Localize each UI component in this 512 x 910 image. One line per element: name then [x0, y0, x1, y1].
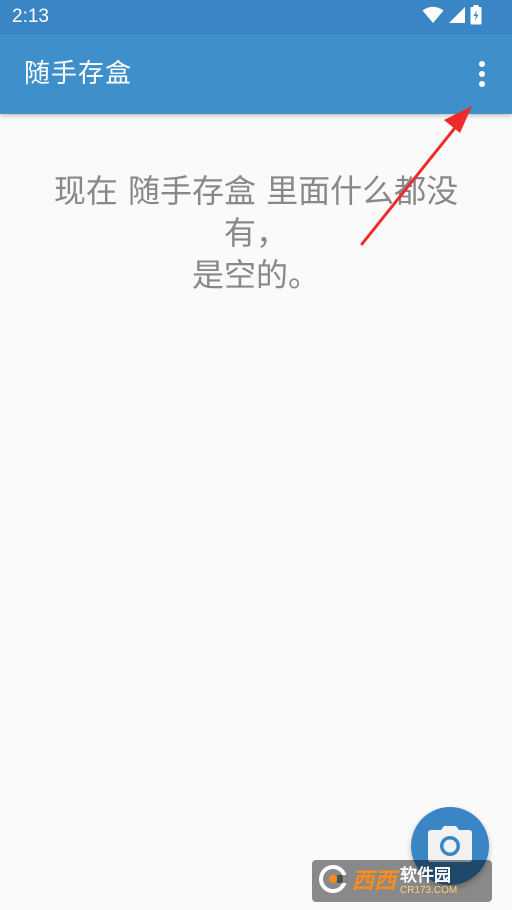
- watermark-main-text: 软件园: [400, 865, 452, 885]
- watermark: 西西 软件园 CR173.COM: [312, 860, 492, 902]
- app-bar: 随手存盒: [0, 34, 512, 114]
- watermark-logo-text: 西西: [352, 868, 397, 893]
- empty-state-line-2: 有，: [223, 214, 288, 252]
- annotation-arrow: [360, 106, 472, 246]
- status-time: 2:13: [12, 6, 49, 27]
- more-vert-icon-dot: [479, 81, 485, 87]
- watermark-sub-text: CR173.COM: [400, 884, 458, 896]
- wifi-icon: [422, 6, 444, 28]
- empty-state-message: 现在 随手存盒 里面什么都没 有， 是空的。: [20, 170, 492, 296]
- phone-screen: 2:13 随手存盒 现在 随手存盒 里面什么都没 有， 是空的。 西西 软件园 …: [0, 0, 512, 910]
- app-title: 随手存盒: [24, 59, 133, 89]
- more-vert-icon-dot: [479, 61, 485, 67]
- battery-charging-icon: [470, 5, 482, 29]
- empty-state-line-3: 是空的。: [191, 256, 320, 294]
- status-bar: 2:13: [0, 0, 512, 34]
- more-vert-icon-dot: [479, 71, 485, 77]
- overflow-menu-button[interactable]: [462, 50, 502, 98]
- watermark-text-group: 软件园 CR173.COM: [400, 867, 457, 896]
- empty-state-line-1: 现在 随手存盒 里面什么都没: [53, 172, 459, 210]
- status-icons: [422, 5, 482, 29]
- signal-icon: [448, 6, 466, 28]
- watermark-logo-icon: [318, 864, 348, 898]
